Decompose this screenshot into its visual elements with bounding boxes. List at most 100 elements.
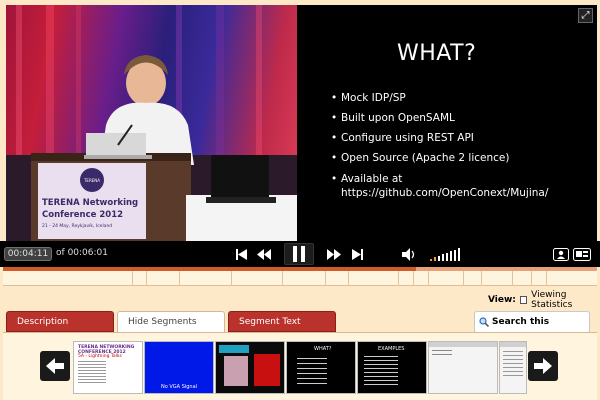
skip-back-icon — [235, 248, 247, 260]
thumbnail-text-lines — [297, 358, 327, 359]
view-label: View: — [488, 295, 516, 305]
rewind-icon — [257, 248, 271, 260]
presenter-layout-icon — [553, 247, 569, 261]
viewing-statistics-checkbox[interactable] — [519, 296, 528, 304]
volume-icon — [401, 247, 414, 261]
pause-icon — [293, 246, 305, 262]
segment-marker[interactable] — [531, 271, 532, 286]
segment-marker[interactable] — [132, 271, 133, 286]
player-controls: 00:04:11 of 00:06:01 — [0, 241, 600, 267]
current-time: 00:04:11 — [4, 247, 52, 261]
presenter-layout-button[interactable] — [552, 245, 570, 263]
volume-bar — [454, 250, 456, 261]
total-time: 00:06:01 — [67, 248, 108, 258]
thumbnail-picture — [224, 356, 248, 386]
segment-thumbnail[interactable]: No VGA Signal — [144, 341, 214, 394]
thumbnail-text-lines — [78, 361, 106, 362]
thumbnail-header-bar — [219, 345, 249, 353]
presenter-camera-view: TERENA TERENA Networking Conference 2012… — [6, 5, 297, 241]
segment-marker[interactable] — [146, 271, 147, 286]
tab-segment-text[interactable]: Segment Text — [228, 311, 336, 332]
fullscreen-icon: ⤢ — [581, 10, 590, 21]
volume-bar — [434, 257, 436, 261]
thumbnail-text-lines — [503, 351, 523, 352]
fast-forward-button[interactable] — [326, 245, 342, 263]
conference-banner: TERENA TERENA Networking Conference 2012… — [38, 163, 146, 239]
fullscreen-button[interactable]: ⤢ — [578, 8, 593, 23]
volume-bar — [458, 248, 460, 261]
segment-thumbnail[interactable] — [215, 341, 285, 394]
volume-bar — [438, 256, 440, 261]
viewing-statistics-label: Viewing Statistics — [531, 290, 573, 310]
terena-logo-text: TERENA — [83, 178, 100, 183]
segment-marker[interactable] — [282, 271, 283, 286]
slides-layout-button[interactable] — [572, 245, 592, 263]
segment-marker[interactable] — [481, 271, 482, 286]
segment-marker[interactable] — [413, 271, 414, 286]
segment-timeline[interactable] — [3, 271, 597, 286]
segment-thumbnail[interactable]: EXAMPLES — [357, 341, 427, 394]
segment-thumbnail[interactable] — [499, 341, 527, 394]
tab-description[interactable]: Description — [6, 311, 114, 332]
magnifier-icon — [479, 317, 489, 327]
segment-marker[interactable] — [512, 271, 513, 286]
rewind-button[interactable] — [256, 245, 272, 263]
tab-hide-segments[interactable]: Hide Segments — [117, 311, 225, 333]
segment-marker[interactable] — [546, 271, 547, 286]
thumbnail-text-lines — [364, 356, 398, 357]
tab-label: Segment Text — [239, 317, 301, 327]
segment-thumbnail[interactable] — [428, 341, 498, 394]
lecture-player-page: TERENA TERENA Networking Conference 2012… — [0, 0, 600, 400]
thumbnail-text-lines — [432, 350, 452, 351]
view-options: View: Viewing Statistics — [488, 290, 600, 310]
pause-button[interactable] — [284, 243, 314, 265]
thumbnail-red-graphic — [254, 354, 280, 386]
skip-forward-icon — [351, 248, 363, 260]
tab-label: Description — [17, 317, 69, 327]
tab-label: Hide Segments — [128, 317, 197, 327]
slide-bullet: Configure using REST API — [331, 129, 561, 149]
video-player[interactable]: TERENA TERENA Networking Conference 2012… — [6, 5, 597, 241]
volume-bar — [450, 251, 452, 261]
thumbnail-title: EXAMPLES — [378, 346, 405, 352]
volume-bar — [442, 254, 444, 261]
skip-forward-button[interactable] — [350, 245, 364, 263]
banner-line-2: Conference 2012 — [42, 210, 123, 220]
volume-bar — [430, 259, 432, 261]
volume-slider[interactable] — [430, 248, 460, 261]
search-recording-button[interactable]: Search this recording — [474, 311, 590, 347]
presenter-scene: TERENA TERENA Networking Conference 2012… — [6, 5, 297, 241]
slide-bullet: Mock IDP/SP — [331, 89, 561, 109]
segment-thumbnail[interactable]: WHAT? — [286, 341, 356, 394]
segment-marker[interactable] — [428, 271, 429, 286]
slide-title: WHAT? — [397, 41, 477, 66]
segment-marker[interactable] — [463, 271, 464, 286]
volume-button[interactable] — [400, 245, 418, 263]
fast-forward-icon — [327, 248, 341, 260]
slide-bullet-list: Mock IDP/SP Built upon OpenSAML Configur… — [331, 89, 561, 201]
segment-marker[interactable] — [348, 271, 349, 286]
banner-line-1: TERENA Networking — [42, 198, 138, 208]
slide-bullet: Built upon OpenSAML — [331, 109, 561, 129]
arrow-right-icon — [534, 358, 552, 374]
banner-line-3: 21 - 24 May, Reykjavík, Iceland — [42, 222, 112, 229]
segment-marker[interactable] — [398, 271, 399, 286]
total-time-display: of 00:06:01 — [56, 248, 108, 258]
segment-marker[interactable] — [179, 271, 180, 286]
thumbnail-browser-bar — [500, 342, 526, 347]
thumbnail-title: WHAT? — [314, 346, 332, 352]
thumbnails-next-button[interactable] — [528, 351, 558, 381]
skip-back-button[interactable] — [234, 245, 248, 263]
slide-bullet: Open Source (Apache 2 licence) — [331, 149, 561, 169]
slides-layout-icon — [573, 247, 591, 261]
arrow-left-icon — [46, 358, 64, 374]
segment-thumbnail[interactable]: TERENA NETWORKING CONFERENCE 2012 5A - L… — [73, 341, 143, 394]
thumbnail-subtitle: 5A - Lightning Talks — [78, 354, 122, 359]
thumbnail-browser-bar — [429, 342, 497, 347]
segment-marker[interactable] — [325, 271, 326, 286]
segment-marker[interactable] — [231, 271, 232, 286]
thumbnails-prev-button[interactable] — [40, 351, 70, 381]
volume-bar — [446, 253, 448, 261]
total-prefix: of — [56, 248, 65, 258]
no-signal-text: No VGA Signal — [161, 384, 198, 390]
